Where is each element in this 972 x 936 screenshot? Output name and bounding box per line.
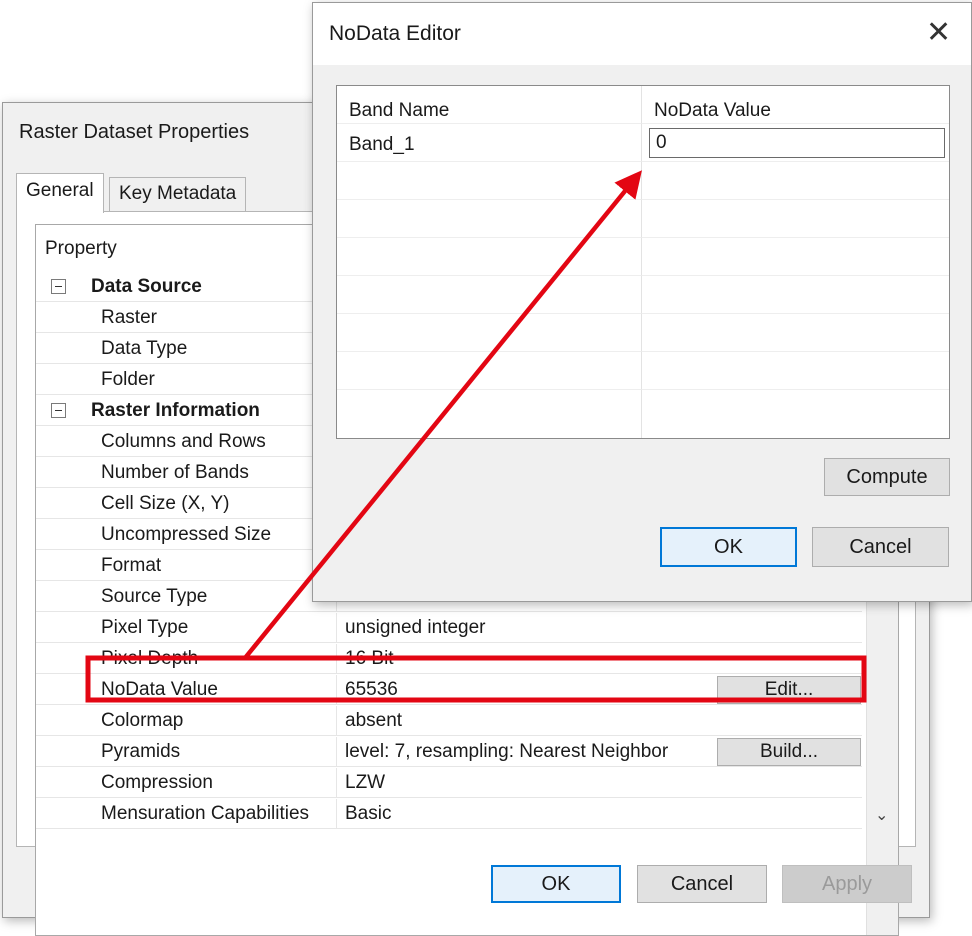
property-label: Folder (101, 369, 155, 390)
compute-button[interactable]: Compute (824, 458, 950, 496)
property-value: Basic (345, 803, 392, 824)
empty-row (337, 162, 949, 200)
property-label: Cell Size (X, Y) (101, 493, 230, 514)
property-column-header: Property (45, 238, 117, 259)
property-value: absent (345, 710, 403, 731)
property-label: Mensuration Capabilities (101, 803, 310, 824)
ok-button[interactable]: OK (491, 865, 621, 903)
property-label: Pyramids (101, 741, 181, 762)
property-label: NoData Value (101, 679, 218, 700)
property-row-mensuration[interactable]: Mensuration Capabilities Basic (36, 799, 862, 830)
edit-nodata-button[interactable]: Edit... (717, 676, 861, 704)
column-header-band-name: Band Name (349, 100, 450, 121)
property-label: Uncompressed Size (101, 524, 272, 545)
tab-key-metadata[interactable]: Key Metadata (109, 177, 247, 211)
nodata-table: Band Name NoData Value Band_1 (336, 85, 950, 439)
property-value: 16 Bit (345, 648, 394, 669)
empty-row (337, 314, 949, 352)
property-label: Pixel Depth (101, 648, 199, 669)
category-label: Data Source (91, 276, 202, 297)
property-row-pixel-type[interactable]: Pixel Type unsigned integer (36, 613, 862, 644)
build-pyramids-button[interactable]: Build... (717, 738, 861, 766)
property-label: Data Type (101, 338, 188, 359)
property-row-compression[interactable]: Compression LZW (36, 768, 862, 799)
empty-row (337, 200, 949, 238)
empty-row (337, 352, 949, 390)
property-row-nodata-value[interactable]: NoData Value 65536 Edit... (36, 675, 862, 706)
property-value: LZW (345, 772, 386, 793)
property-label: Columns and Rows (101, 431, 266, 452)
property-value: level: 7, resampling: Nearest Neighbor (345, 741, 669, 762)
property-row-pyramids[interactable]: Pyramids level: 7, resampling: Nearest N… (36, 737, 862, 768)
band-name-cell: Band_1 (349, 134, 415, 155)
column-header-nodata-value: NoData Value (654, 100, 771, 121)
property-value: 65536 (345, 679, 398, 700)
category-label: Raster Information (91, 400, 260, 421)
property-label: Colormap (101, 710, 184, 731)
scroll-down-icon[interactable]: ⌄ (875, 805, 888, 825)
property-label: Format (101, 555, 162, 576)
nodata-value-input[interactable] (649, 128, 945, 158)
property-row-colormap[interactable]: Colormap absent (36, 706, 862, 737)
table-header-row: Band Name NoData Value (337, 86, 949, 124)
collapse-icon[interactable] (51, 279, 66, 294)
table-row[interactable]: Band_1 (337, 124, 949, 162)
dialog-title: NoData Editor (329, 22, 461, 45)
empty-row (337, 390, 949, 438)
cancel-button[interactable]: Cancel (637, 865, 767, 903)
ok-button[interactable]: OK (660, 527, 797, 567)
empty-row (337, 276, 949, 314)
property-label: Compression (101, 772, 213, 793)
property-row-pixel-depth[interactable]: Pixel Depth 16 Bit (36, 644, 862, 675)
close-icon[interactable]: ✕ (926, 15, 951, 50)
property-label: Raster (101, 307, 157, 328)
tab-general[interactable]: General (16, 173, 104, 213)
collapse-icon[interactable] (51, 403, 66, 418)
apply-button[interactable]: Apply (782, 865, 912, 903)
property-label: Source Type (101, 586, 208, 607)
property-label: Number of Bands (101, 462, 249, 483)
dialog-title: Raster Dataset Properties (19, 121, 250, 143)
empty-row (337, 238, 949, 276)
nodata-editor-dialog: NoData Editor ✕ Band Name NoData Value B… (312, 2, 972, 602)
property-value: unsigned integer (345, 617, 486, 638)
cancel-button[interactable]: Cancel (812, 527, 949, 567)
property-label: Pixel Type (101, 617, 189, 638)
title-bar: NoData Editor ✕ (313, 3, 971, 65)
